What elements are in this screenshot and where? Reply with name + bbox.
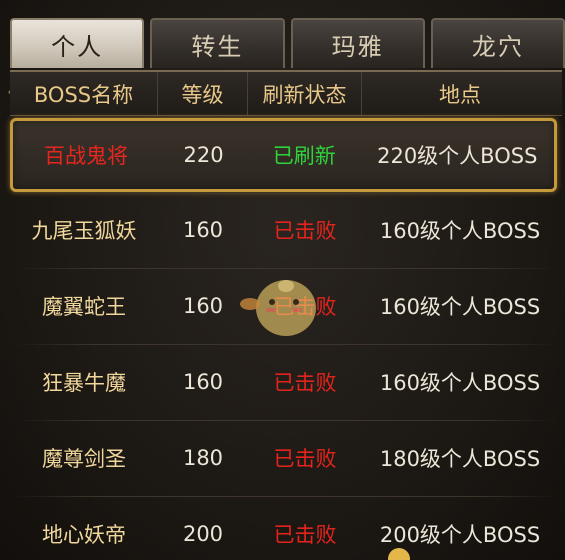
boss-level: 220 [183,143,224,167]
boss-panel: 个人 转生 玛雅 龙穴 ❦ ❦ BOSS名称 等级 刷新状态 地点 百战鬼将 2… [0,0,565,560]
boss-name: 百战鬼将 [44,144,129,168]
table-header: BOSS名称 等级 刷新状态 地点 [10,70,562,116]
boss-level: 160 [182,370,224,394]
boss-location: 180级个人BOSS [379,447,541,471]
table-row[interactable]: 百战鬼将 220 已刷新 220级个人BOSS [10,118,557,192]
table-row[interactable]: 地心妖帝 200 已击败 200级个人BOSS [0,496,565,560]
header-boss-name: BOSS名称 [10,72,158,115]
table-row[interactable]: 狂暴牛魔 160 已击败 160级个人BOSS [0,344,565,420]
tab-maya[interactable]: 玛雅 [290,18,425,68]
refresh-status: 已击败 [273,219,337,243]
refresh-status: 已击败 [273,447,337,471]
boss-level: 180 [182,446,224,470]
boss-location: 160级个人BOSS [379,219,541,243]
refresh-status: 已击败 [273,371,337,395]
tab-dragon-lair[interactable]: 龙穴 [430,18,565,68]
boss-location: 160级个人BOSS [379,295,541,319]
tab-personal[interactable]: 个人 [10,18,145,68]
boss-name: 狂暴牛魔 [42,371,126,395]
boss-name: 魔尊剑圣 [42,447,126,471]
refresh-status: 已击败 [273,295,337,319]
boss-name: 地心妖帝 [42,523,126,547]
refresh-status: 已刷新 [272,144,336,168]
tab-bar: 个人 转生 玛雅 龙穴 [10,18,565,68]
header-refresh-status: 刷新状态 [248,72,362,115]
boss-location: 220级个人BOSS [377,144,538,168]
header-level: 等级 [158,72,248,115]
boss-level: 200 [182,522,224,546]
boss-level: 160 [182,218,224,242]
boss-location: 160级个人BOSS [379,371,541,395]
tab-rebirth[interactable]: 转生 [150,18,285,68]
boss-level: 160 [182,294,224,318]
table-row[interactable]: 魔尊剑圣 180 已击败 180级个人BOSS [0,420,565,496]
boss-list: 百战鬼将 220 已刷新 220级个人BOSS 九尾玉狐妖 160 已击败 16… [0,116,565,560]
refresh-status: 已击败 [273,523,337,547]
boss-name: 魔翼蛇王 [42,295,126,319]
header-location: 地点 [439,82,481,107]
table-row[interactable]: 九尾玉狐妖 160 已击败 160级个人BOSS [0,192,565,268]
table-row[interactable]: 魔翼蛇王 160 已击败 160级个人BOSS [0,268,565,344]
boss-name: 九尾玉狐妖 [31,219,137,243]
